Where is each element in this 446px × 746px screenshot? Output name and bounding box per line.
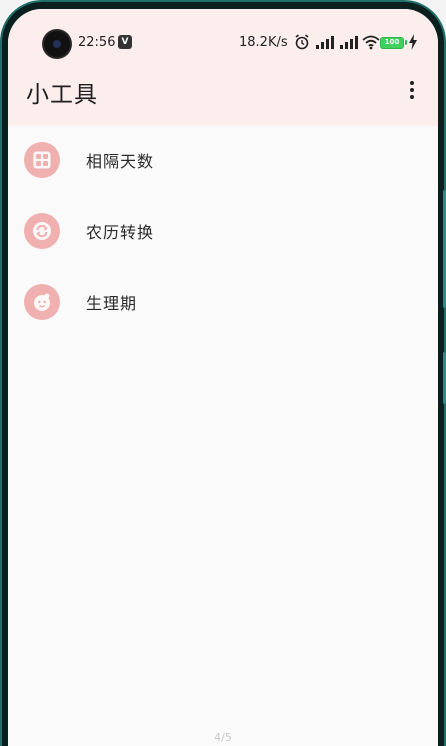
- front-camera: [44, 31, 70, 57]
- more-options-button[interactable]: [400, 77, 424, 103]
- notification-badge: V: [118, 35, 132, 49]
- wifi-icon: [362, 35, 380, 50]
- menu-dot-icon: [410, 81, 414, 85]
- network-speed: 18.2K/s: [239, 35, 288, 50]
- tool-item-lunar-convert[interactable]: 农历转换: [8, 197, 438, 268]
- phone-frame: 22:56 V 18.2K/s 100 小工具 相隔天数 农历转换 生理期 4/…: [0, 0, 446, 746]
- alarm-icon: [295, 34, 309, 50]
- tool-item-label: 相隔天数: [86, 152, 155, 171]
- signal-icon-2: [340, 36, 358, 49]
- page-title: 小工具: [26, 82, 98, 108]
- refresh-cycle-icon: [24, 213, 60, 249]
- menu-dot-icon: [410, 95, 414, 99]
- tool-item-label: 生理期: [86, 294, 138, 313]
- signal-icon: [316, 36, 334, 49]
- battery-icon: 100: [380, 37, 407, 49]
- calendar-grid-icon: [24, 142, 60, 178]
- status-time: 22:56: [78, 35, 116, 50]
- page-indicator: 4/5: [214, 731, 232, 744]
- baby-face-icon: [24, 284, 60, 320]
- screen: 22:56 V 18.2K/s 100 小工具 相隔天数 农历转换 生理期 4/…: [8, 9, 438, 746]
- menu-dot-icon: [410, 88, 414, 92]
- charging-icon: [409, 34, 417, 50]
- status-bar: 22:56 V 18.2K/s 100: [8, 27, 438, 63]
- tool-list: 相隔天数 农历转换 生理期: [8, 126, 438, 339]
- tool-item-label: 农历转换: [86, 223, 155, 242]
- tool-item-days-between[interactable]: 相隔天数: [8, 126, 438, 197]
- tool-item-period[interactable]: 生理期: [8, 268, 438, 339]
